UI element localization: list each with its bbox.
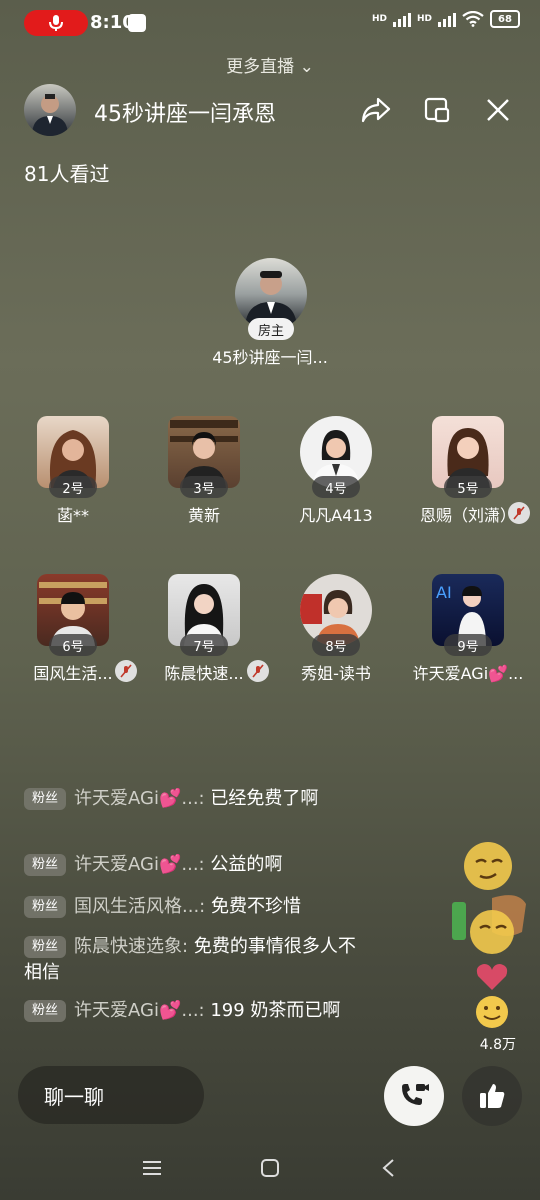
phone-video-icon: [402, 1084, 429, 1105]
host-tag: 房主: [248, 318, 294, 340]
minimize-window-icon[interactable]: [421, 94, 453, 126]
seat-name: 秀姐-读书: [301, 664, 371, 683]
chat-text: 公益的啊: [204, 854, 283, 875]
chat-message: 粉丝 许天爱AGi💕...: 199 奶茶而已啊: [24, 998, 364, 1024]
chat-username[interactable]: 许天爱AGi💕...:: [74, 854, 205, 875]
likes-count: 4.8万: [479, 1037, 516, 1053]
chat-message: 粉丝 许天爱AGi💕...: 已经免费了啊: [24, 786, 364, 812]
seat-number: 7号: [180, 634, 228, 656]
seat-number: 3号: [180, 476, 228, 498]
chat-message: 粉丝 陈晨快速选象: 免费的事情很多人不相信: [24, 934, 364, 986]
recording-mic-indicator[interactable]: [24, 10, 88, 36]
seat-name: 黄新: [187, 506, 220, 525]
chat-text: 199 奶茶而已啊: [204, 1000, 341, 1021]
viewer-count: 81人看过: [24, 162, 110, 186]
fan-badge: 粉丝: [24, 854, 67, 876]
video-call-button[interactable]: [384, 1066, 444, 1126]
more-live-label: 更多直播: [226, 57, 295, 77]
person-photo: [32, 94, 68, 136]
chevron-down-icon: ⌄: [299, 57, 314, 77]
seat-number: 9号: [444, 634, 492, 656]
chat-username[interactable]: 许天爱AGi💕...:: [74, 1000, 205, 1021]
seat-name: 许天爱AGi💕...: [412, 664, 524, 683]
fan-badge: 粉丝: [24, 896, 67, 918]
battery-icon: 68: [490, 10, 520, 28]
seat-number: 2号: [49, 476, 97, 498]
seat-4[interactable]: 4号 凡凡A413: [269, 416, 403, 536]
back-nav-icon[interactable]: [368, 1152, 408, 1184]
seat-number: 6号: [49, 634, 97, 656]
fan-badge: 粉丝: [24, 1000, 67, 1022]
seat-6-muted-icon: [115, 660, 137, 682]
chat-username[interactable]: 陈晨快速选象:: [74, 936, 188, 957]
seat-8[interactable]: 8号 秀姐-读书: [269, 574, 403, 694]
like-button[interactable]: [462, 1066, 522, 1126]
seat-2[interactable]: 2号 菡**: [6, 416, 140, 536]
app-notification-icon: [128, 14, 146, 32]
battery-level: 68: [498, 13, 512, 25]
seat-9[interactable]: AI 9号 许天爱AGi💕...: [401, 574, 535, 694]
chat-placeholder: 聊一聊: [44, 1084, 104, 1109]
status-icons: HD HD 68: [372, 10, 520, 28]
mic-icon: [49, 15, 63, 31]
close-icon[interactable]: [482, 94, 514, 126]
host-avatar[interactable]: [24, 84, 76, 136]
seat-number: 5号: [444, 476, 492, 498]
seat-5-muted-icon: [508, 502, 530, 524]
chat-text: 已经免费了啊: [204, 788, 319, 809]
chat-username[interactable]: 国风生活风格...:: [74, 896, 205, 917]
menu-nav-icon[interactable]: [132, 1152, 172, 1184]
signal-icon: [392, 11, 411, 27]
hd-label-2: HD: [416, 14, 432, 24]
room-title[interactable]: 45秒讲座一闫承恩: [94, 96, 276, 128]
fan-badge: 粉丝: [24, 936, 67, 958]
host-name: 45秒讲座一闫...: [212, 348, 328, 367]
seat-number: 8号: [312, 634, 360, 656]
hd-label-1: HD: [371, 14, 387, 24]
chat-username[interactable]: 许天爱AGi💕...:: [74, 788, 205, 809]
seat-name: 菡**: [56, 506, 89, 525]
fan-badge: 粉丝: [24, 788, 67, 810]
chat-input[interactable]: 聊一聊: [18, 1066, 204, 1124]
home-nav-icon[interactable]: [250, 1152, 290, 1184]
seat-number: 4号: [312, 476, 360, 498]
share-icon[interactable]: [360, 94, 392, 126]
floating-reactions: [452, 840, 532, 1030]
svg-text:AI: AI: [436, 583, 452, 602]
more-live-dropdown[interactable]: 更多直播 ⌄: [0, 52, 540, 77]
seat-7-muted-icon: [247, 660, 269, 682]
thumbs-up-icon: [480, 1084, 505, 1108]
chat-message: 粉丝 国风生活风格...: 免费不珍惜: [24, 894, 364, 920]
signal-icon-2: [438, 11, 456, 27]
emoji-reactions-icon: [452, 842, 526, 1028]
seat-3[interactable]: 3号 黄新: [137, 416, 271, 536]
wifi-icon: [462, 11, 484, 27]
chat-message: 粉丝 许天爱AGi💕...: 公益的啊: [24, 852, 364, 878]
chat-text: 免费不珍惜: [205, 896, 301, 917]
seat-name: 凡凡A413: [299, 506, 373, 525]
